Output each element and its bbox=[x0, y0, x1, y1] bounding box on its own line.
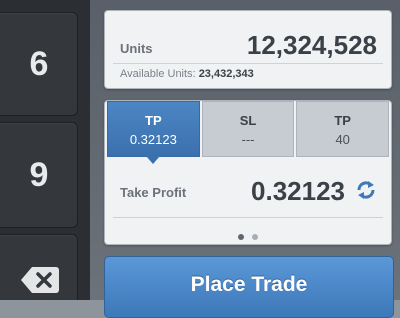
available-units-label: Available Units: bbox=[120, 68, 196, 80]
numeric-keypad: 6 9 bbox=[0, 0, 90, 300]
units-card: Units 12,324,528 Available Units: 23,432… bbox=[104, 10, 392, 89]
units-value[interactable]: 12,324,528 bbox=[247, 30, 377, 61]
tab-title: TP bbox=[334, 113, 351, 128]
key-6-label: 6 bbox=[29, 44, 49, 83]
tab-take-profit-pips[interactable]: TP 40 bbox=[296, 101, 390, 157]
tab-value: 40 bbox=[335, 132, 350, 147]
profit-divider bbox=[113, 217, 383, 218]
page-dot[interactable] bbox=[252, 234, 259, 240]
units-label: Units bbox=[120, 41, 153, 56]
refresh-icon[interactable] bbox=[355, 179, 377, 201]
take-profit-label: Take Profit bbox=[120, 185, 187, 200]
order-type-tabs: TP 0.32123 SL --- TP 40 bbox=[107, 101, 390, 164]
tab-stop-loss[interactable]: SL --- bbox=[201, 101, 295, 157]
key-9[interactable]: 9 bbox=[0, 122, 78, 228]
page-dot-active[interactable] bbox=[237, 234, 244, 240]
take-profit-value[interactable]: 0.32123 bbox=[251, 176, 345, 207]
page-indicator bbox=[105, 227, 391, 245]
backspace-icon bbox=[20, 265, 60, 295]
tab-take-profit-price[interactable]: TP 0.32123 bbox=[107, 101, 200, 164]
tab-value: 0.32123 bbox=[129, 132, 177, 147]
trade-panel: Units 12,324,528 Available Units: 23,432… bbox=[90, 0, 400, 318]
key-6[interactable]: 6 bbox=[0, 12, 78, 116]
tab-title: TP bbox=[145, 113, 162, 128]
available-units-value: 23,432,343 bbox=[198, 68, 254, 80]
available-units: Available Units: 23,432,343 bbox=[120, 68, 254, 80]
tab-title: SL bbox=[239, 113, 257, 128]
tab-value: --- bbox=[241, 132, 255, 147]
backspace-key[interactable] bbox=[0, 234, 78, 300]
key-9-label: 9 bbox=[29, 155, 49, 194]
order-settings-card: TP 0.32123 SL --- TP 40 Take Profit 0.32… bbox=[104, 100, 392, 245]
place-trade-button[interactable]: Place Trade bbox=[104, 256, 394, 318]
units-divider bbox=[113, 63, 383, 64]
